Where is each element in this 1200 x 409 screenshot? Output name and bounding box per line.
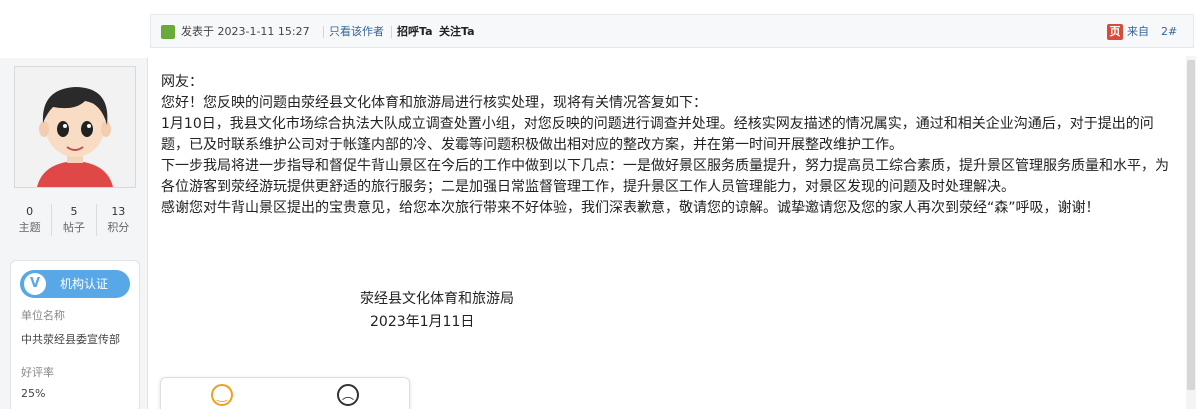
post-paragraph: 下一步我局将进一步指导和督促牛背山景区在今后的工作中做到以下几点：一是做好景区服… [161, 158, 1169, 195]
signature-org: 荥经县文化体育和旅游局 [360, 291, 514, 307]
greet-link[interactable]: 招呼Ta [397, 24, 433, 40]
sidebar-top-blank [0, 0, 148, 58]
source-badge-icon: 页 [1107, 24, 1123, 40]
post-status-icon [161, 25, 175, 39]
author-sidebar: 0 主题 5 帖子 13 积分 V 机构认证 单位名称 中共荥经县委宣传部 好评… [0, 0, 148, 409]
post-header: 发表于 2023-1-11 15:27 只看该作者 招呼Ta 关注Ta 页 来自… [150, 14, 1194, 48]
stat-points-value: 13 [111, 205, 126, 218]
header-divider [323, 26, 324, 38]
org-name-label: 单位名称 [21, 309, 65, 322]
smile-icon[interactable]: ‿ [211, 384, 233, 406]
stat-topics-value: 0 [26, 205, 34, 218]
post-time: 发表于 2023-1-11 15:27 [181, 25, 310, 38]
from-label[interactable]: 来自 [1127, 24, 1149, 40]
follow-link[interactable]: 关注Ta [439, 24, 475, 40]
stat-points[interactable]: 13 积分 [97, 204, 140, 236]
reaction-box: ‿ ︵ [160, 377, 410, 409]
rating-value: 25% [21, 387, 46, 400]
post-paragraph: 您好！您反映的问题由荥经县文化体育和旅游局进行核实处理，现将有关情况答复如下： [161, 95, 707, 111]
org-name-value: 中共荥经县委宣传部 [21, 333, 120, 346]
author-stats: 0 主题 5 帖子 13 积分 [8, 204, 140, 236]
post-paragraph: 1月10日，我县文化市场综合执法大队成立调查处置小组，对您反映的问题进行调查并处… [161, 116, 1154, 153]
frown-icon[interactable]: ︵ [337, 384, 359, 406]
header-divider [391, 26, 392, 38]
stat-posts-label: 帖子 [62, 221, 85, 234]
verified-v-icon: V [24, 273, 46, 295]
floor-number[interactable]: 2# [1161, 24, 1177, 40]
org-card: V 机构认证 单位名称 中共荥经县委宣传部 好评率 25% [10, 260, 140, 409]
post-paragraph: 感谢您对牛背山景区提出的宝贵意见，给您本次旅行带来不好体验，我们深表歉意，敬请您… [161, 200, 1100, 216]
cert-label: 机构认证 [60, 277, 109, 291]
post-paragraph: 网友： [161, 74, 203, 90]
org-cert-badge[interactable]: V 机构认证 [20, 270, 130, 298]
scrollbar[interactable] [1186, 56, 1196, 409]
post-content: 网友： 您好！您反映的问题由荥经县文化体育和旅游局进行核实处理，现将有关情况答复… [161, 72, 1171, 219]
stat-posts-value: 5 [70, 205, 78, 218]
rating-label: 好评率 [21, 366, 54, 379]
avatar[interactable] [14, 66, 136, 188]
signature-date: 2023年1月11日 [370, 314, 475, 330]
stat-posts[interactable]: 5 帖子 [52, 204, 97, 236]
scrollbar-thumb[interactable] [1187, 60, 1195, 390]
stat-topics[interactable]: 0 主题 [8, 204, 53, 236]
cartoon-avatar-icon [15, 67, 135, 187]
stat-points-label: 积分 [107, 221, 130, 234]
only-author-link[interactable]: 只看该作者 [329, 24, 384, 40]
stat-topics-label: 主题 [18, 221, 41, 234]
